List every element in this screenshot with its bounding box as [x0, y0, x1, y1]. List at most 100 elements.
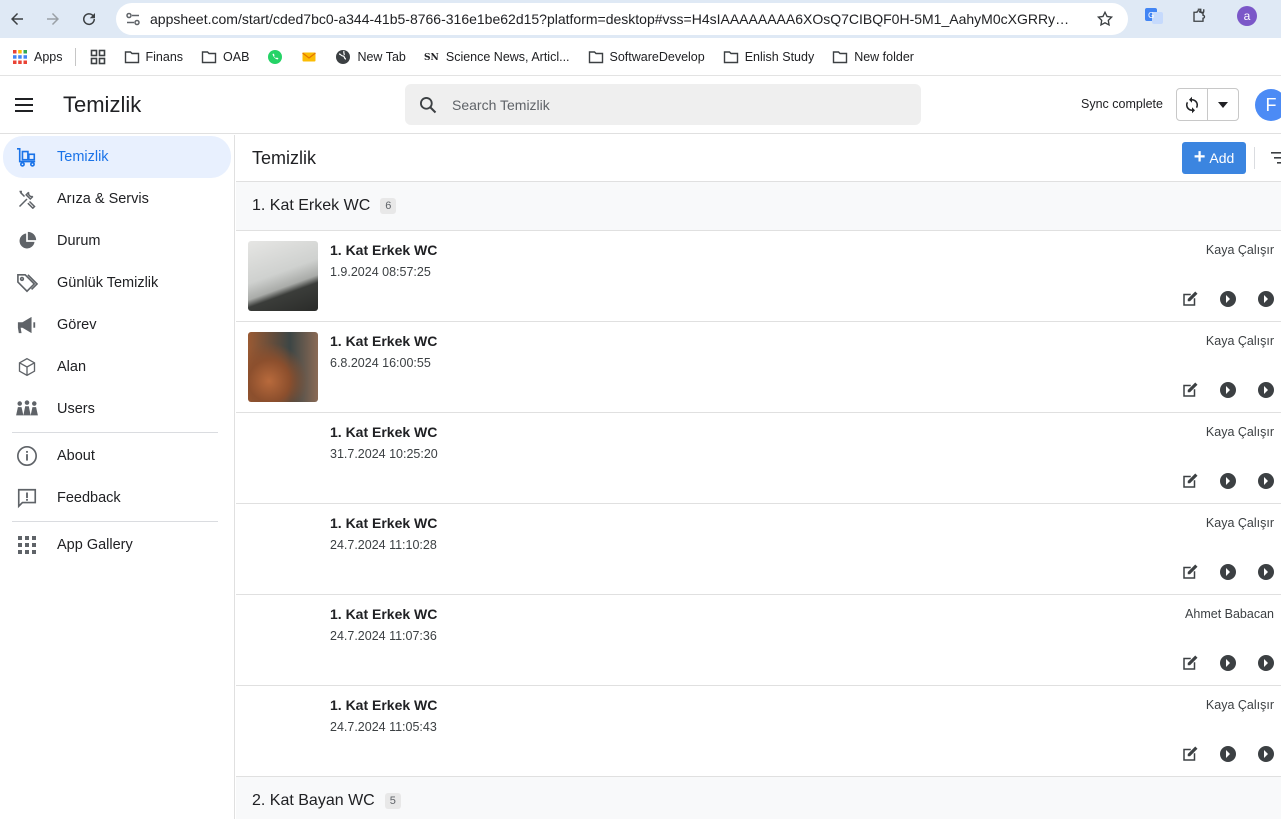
row-date: 6.8.2024 16:00:55 [330, 356, 431, 370]
address-bar[interactable]: appsheet.com/start/cded7bc0-a344-41b5-87… [116, 3, 1128, 35]
action-arrow-icon[interactable] [1219, 381, 1237, 399]
bookmark-item[interactable]: SN Science News, Articl... [424, 49, 570, 65]
action-arrow-icon[interactable] [1219, 290, 1237, 308]
edit-icon[interactable] [1181, 745, 1199, 763]
sidebar-item-label: Users [57, 401, 95, 417]
search-input[interactable] [452, 96, 892, 113]
sync-dropdown-icon[interactable] [1207, 89, 1238, 120]
list-item[interactable]: 1. Kat Erkek WC 24.7.2024 11:05:43 Kaya Ça… [236, 686, 1281, 777]
user-avatar[interactable]: F [1255, 89, 1281, 121]
edit-icon[interactable] [1181, 472, 1199, 490]
list-item[interactable]: 1. Kat Erkek WC 6.8.2024 16:00:55 Kaya Çal… [236, 322, 1281, 413]
list-item[interactable]: 1. Kat Erkek WC 31.7.2024 10:25:20 Kaya Ça… [236, 413, 1281, 504]
sidebar-item-label: Günlük Temizlik [57, 275, 159, 291]
list-item[interactable]: 1. Kat Erkek WC 24.7.2024 11:07:36 Ahmet B… [236, 595, 1281, 686]
action-arrow-icon[interactable] [1219, 745, 1237, 763]
bookmark-item[interactable]: New folder [832, 49, 914, 65]
sync-icon[interactable] [1177, 89, 1207, 120]
bookmark-item[interactable]: Enlish Study [723, 49, 814, 65]
bookmark-item[interactable] [301, 49, 317, 65]
row-date: 31.7.2024 10:25:20 [330, 447, 438, 461]
sidebar-item-durum[interactable]: Durum [3, 220, 231, 262]
cube-icon [15, 355, 39, 379]
search-box[interactable] [405, 84, 921, 125]
row-thumbnail[interactable] [248, 241, 318, 311]
sidebar-item-ariza-servis[interactable]: Arıza & Servis [3, 178, 231, 220]
row-actions [1181, 381, 1275, 399]
hamburger-menu-icon[interactable] [0, 81, 48, 129]
sciencenews-icon: SN [424, 49, 440, 65]
group-header[interactable]: 2. Kat Bayan WC 5 [236, 777, 1281, 819]
info-icon [15, 444, 39, 468]
bookmark-item[interactable]: OAB [201, 49, 249, 65]
sidebar-item-label: Görev [57, 317, 97, 333]
sort-filter-icon[interactable] [1271, 151, 1281, 169]
row-actions [1181, 654, 1275, 672]
browser-profile-avatar[interactable]: a [1237, 6, 1257, 26]
navigate-arrow-icon[interactable] [1257, 290, 1275, 308]
sidebar-item-label: Arıza & Servis [57, 191, 149, 207]
sync-status: Sync complete [1081, 97, 1163, 111]
site-settings-icon[interactable] [116, 11, 150, 27]
action-arrow-icon[interactable] [1219, 472, 1237, 490]
bookmark-item[interactable]: New Tab [335, 49, 406, 65]
list-item[interactable]: 1. Kat Erkek WC 1.9.2024 08:57:25 Kaya Çal… [236, 231, 1281, 322]
translate-extension-icon[interactable]: G [1143, 5, 1165, 27]
sidebar-item-gunluk-temizlik[interactable]: Günlük Temizlik [3, 262, 231, 304]
list-item[interactable]: 1. Kat Erkek WC 24.7.2024 11:10:28 Kaya Ça… [236, 504, 1281, 595]
sidebar-item-alan[interactable]: Alan [3, 346, 231, 388]
navigate-arrow-icon[interactable] [1257, 472, 1275, 490]
sidebar-item-gorev[interactable]: Görev [3, 304, 231, 346]
folder-icon [124, 49, 140, 65]
row-title: 1. Kat Erkek WC [330, 606, 438, 622]
sidebar-item-label: Durum [57, 233, 101, 249]
row-person: Kaya Çalışır [1205, 516, 1274, 530]
edit-icon[interactable] [1181, 563, 1199, 581]
sidebar: Temizlik Arıza & Servis Durum Günlük Temizl… [0, 135, 235, 819]
bookmark-item[interactable]: Finans [124, 49, 183, 65]
whatsapp-icon [267, 49, 283, 65]
mail-icon [301, 49, 317, 65]
row-thumbnail[interactable] [248, 332, 318, 402]
feedback-icon [15, 486, 39, 510]
bookmark-label: Apps [34, 49, 63, 64]
reload-icon[interactable] [73, 3, 105, 35]
sync-button-group [1176, 88, 1239, 121]
back-icon[interactable] [1, 3, 33, 35]
bookmark-item[interactable] [90, 49, 106, 65]
group-count-badge: 6 [380, 198, 397, 214]
edit-icon[interactable] [1181, 654, 1199, 672]
megaphone-icon [15, 313, 39, 337]
edit-icon[interactable] [1181, 290, 1199, 308]
edit-icon[interactable] [1181, 381, 1199, 399]
pie-chart-icon [15, 229, 39, 253]
action-arrow-icon[interactable] [1219, 654, 1237, 672]
navigate-arrow-icon[interactable] [1257, 654, 1275, 672]
forward-icon[interactable] [37, 3, 69, 35]
bookmark-star-icon[interactable] [1096, 10, 1114, 31]
sidebar-item-about[interactable]: About [3, 435, 231, 477]
add-button[interactable]: + Add [1182, 142, 1246, 174]
navigate-arrow-icon[interactable] [1257, 381, 1275, 399]
navigate-arrow-icon[interactable] [1257, 745, 1275, 763]
navigate-arrow-icon[interactable] [1257, 563, 1275, 581]
add-button-label: Add [1209, 150, 1235, 166]
bookmark-item[interactable]: SoftwareDevelop [588, 49, 705, 65]
action-arrow-icon[interactable] [1219, 563, 1237, 581]
tools-icon [15, 187, 39, 211]
sidebar-item-feedback[interactable]: Feedback [3, 477, 231, 519]
main-content: Temizlik + Add 1. Kat Erkek WC 6 1. Kat Er… [236, 135, 1281, 819]
bookmark-label: Science News, Articl... [445, 49, 570, 64]
svg-text:SN: SN [424, 53, 439, 63]
group-list: 1. Kat Erkek WC 6 1. Kat Erkek WC 1.9.2024 … [236, 182, 1281, 819]
bookmark-item[interactable] [267, 49, 283, 65]
toolbar-divider [1254, 147, 1255, 169]
group-count-badge: 5 [384, 793, 401, 809]
group-header[interactable]: 1. Kat Erkek WC 6 [236, 182, 1281, 231]
sidebar-item-app-gallery[interactable]: App Gallery [3, 524, 231, 566]
sidebar-item-temizlik[interactable]: Temizlik [3, 136, 231, 178]
extensions-puzzle-icon[interactable] [1189, 5, 1211, 27]
row-date: 24.7.2024 11:10:28 [330, 538, 437, 552]
bookmark-item[interactable]: Apps [12, 49, 63, 65]
sidebar-item-users[interactable]: Users [3, 388, 231, 430]
